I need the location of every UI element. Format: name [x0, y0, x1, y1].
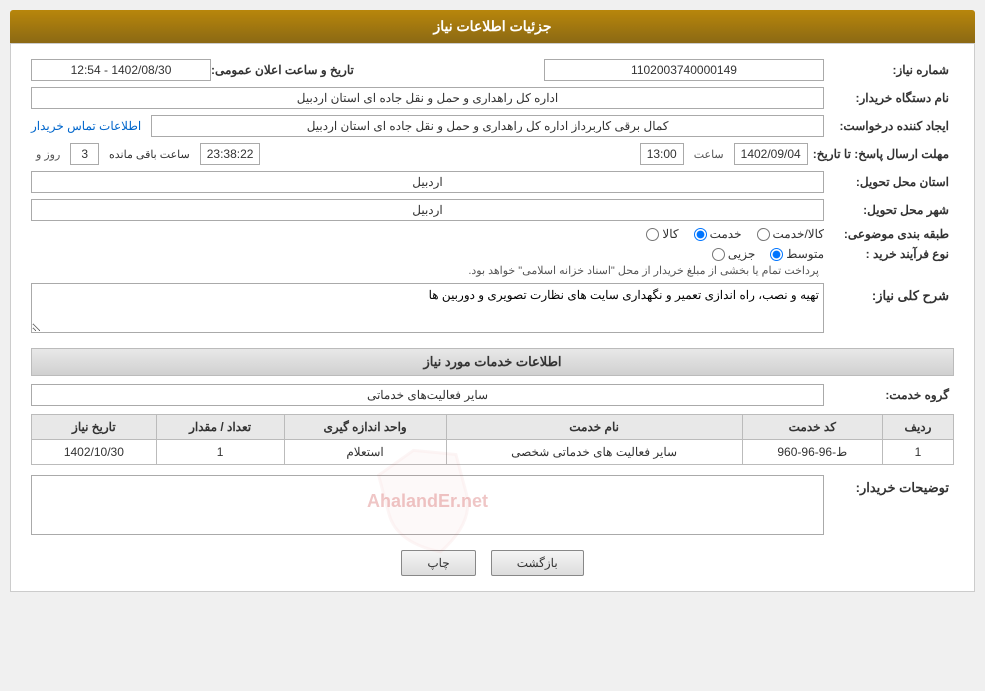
cell-name: سایر فعالیت های خدماتی شخصی	[446, 440, 742, 465]
creator-link[interactable]: اطلاعات تماس خریدار	[31, 119, 141, 133]
process-radio-group: متوسط جزیی	[468, 247, 824, 261]
process-note: پرداخت تمام یا بخشی از مبلغ خریدار از مح…	[468, 264, 819, 277]
deadline-remaining-label: ساعت باقی مانده	[109, 148, 190, 161]
need-number-value: 1102003740000149	[544, 59, 824, 81]
category-label-khadamat: خدمت	[710, 227, 742, 241]
deadline-days: 3	[70, 143, 99, 165]
date-announce-value: 1402/08/30 - 12:54	[31, 59, 211, 81]
cell-date: 1402/10/30	[32, 440, 157, 465]
process-option-jozei[interactable]: جزیی	[712, 247, 755, 261]
header-row: ردیف کد خدمت نام خدمت واحد اندازه گیری ت…	[32, 415, 954, 440]
watermark-text: AhalandEr.net	[37, 481, 818, 512]
city-label: شهر محل تحویل:	[824, 203, 954, 217]
table-body: 1ط-96-96-960سایر فعالیت های خدماتی شخصیا…	[32, 440, 954, 465]
process-label: نوع فرآیند خرید :	[824, 247, 954, 261]
description-container	[31, 283, 824, 336]
deadline-remaining: 23:38:22	[200, 143, 261, 165]
category-label: طبقه بندی موضوعی:	[824, 227, 954, 241]
cell-quantity: 1	[156, 440, 284, 465]
page-header: جزئیات اطلاعات نیاز	[10, 10, 975, 43]
cell-unit: استعلام	[284, 440, 446, 465]
services-title: اطلاعات خدمات مورد نیاز	[31, 348, 954, 376]
deadline-day-label: روز و	[36, 148, 60, 161]
buyer-org-value: اداره کل راهداری و حمل و نقل جاده ای است…	[31, 87, 824, 109]
description-row: شرح کلی نیاز:	[31, 283, 954, 336]
group-row: گروه خدمت: سایر فعالیت‌های خدماتی	[31, 384, 954, 406]
category-label-kala: کالا	[662, 227, 678, 241]
process-row: نوع فرآیند خرید : متوسط جزیی پرداخت تمام…	[31, 247, 954, 277]
col-row: ردیف	[883, 415, 954, 440]
group-label: گروه خدمت:	[824, 388, 954, 402]
buyer-org-label: نام دستگاه خریدار:	[824, 91, 954, 105]
buyer-desc-row: توضیحات خریدار: AhalandEr.net	[31, 475, 954, 535]
category-label-kala_khadamat: کالا/خدمت	[773, 227, 824, 241]
need-number-label: شماره نیاز:	[824, 63, 954, 77]
category-option-khadamat[interactable]: خدمت	[694, 227, 742, 241]
cell-row: 1	[883, 440, 954, 465]
category-radio-group: کالا/خدمت خدمت کالا	[646, 227, 824, 241]
col-name: نام خدمت	[446, 415, 742, 440]
buyer-desc-label: توضیحات خریدار:	[824, 475, 954, 496]
services-table: ردیف کد خدمت نام خدمت واحد اندازه گیری ت…	[31, 414, 954, 465]
city-value: اردبیل	[31, 199, 824, 221]
province-row: استان محل تحویل: اردبیل	[31, 171, 954, 193]
buyer-org-row: نام دستگاه خریدار: اداره کل راهداری و حم…	[31, 87, 954, 109]
col-date: تاریخ نیاز	[32, 415, 157, 440]
buyer-desc-box: AhalandEr.net	[31, 475, 824, 535]
page-title: جزئیات اطلاعات نیاز	[433, 18, 551, 34]
table-row: 1ط-96-96-960سایر فعالیت های خدماتی شخصیا…	[32, 440, 954, 465]
print-button[interactable]: چاپ	[401, 550, 475, 576]
creator-value: کمال برقی کاربرداز اداره کل راهداری و حم…	[151, 115, 824, 137]
date-announce-label: تاریخ و ساعت اعلان عمومی:	[211, 63, 359, 77]
col-code: کد خدمت	[742, 415, 882, 440]
city-row: شهر محل تحویل: اردبیل	[31, 199, 954, 221]
group-value: سایر فعالیت‌های خدماتی	[31, 384, 824, 406]
province-value: اردبیل	[31, 171, 824, 193]
creator-label: ایجاد کننده درخواست:	[824, 119, 954, 133]
deadline-row: مهلت ارسال پاسخ: تا تاریخ: 1402/09/04 سا…	[31, 143, 954, 165]
category-row: طبقه بندی موضوعی: کالا/خدمت خدمت کالا	[31, 227, 954, 241]
deadline-time: 13:00	[640, 143, 684, 165]
action-bar: بازگشت چاپ	[31, 550, 954, 576]
deadline-label: مهلت ارسال پاسخ: تا تاریخ:	[813, 147, 954, 161]
buyer-desc-container: AhalandEr.net	[31, 475, 824, 535]
table-header: ردیف کد خدمت نام خدمت واحد اندازه گیری ت…	[32, 415, 954, 440]
deadline-time-label: ساعت	[694, 148, 724, 161]
col-unit: واحد اندازه گیری	[284, 415, 446, 440]
process-label-motavasset: متوسط	[786, 247, 824, 261]
description-label: شرح کلی نیاز:	[824, 283, 954, 304]
back-button[interactable]: بازگشت	[491, 550, 584, 576]
category-option-kala[interactable]: کالا	[646, 227, 678, 241]
need-number-row: شماره نیاز: 1102003740000149 تاریخ و ساع…	[31, 59, 954, 81]
province-label: استان محل تحویل:	[824, 175, 954, 189]
process-option-motavasset[interactable]: متوسط	[770, 247, 824, 261]
creator-row: ایجاد کننده درخواست: کمال برقی کاربرداز …	[31, 115, 954, 137]
cell-code: ط-96-96-960	[742, 440, 882, 465]
description-textarea[interactable]	[31, 283, 824, 333]
deadline-date: 1402/09/04	[734, 143, 808, 165]
process-label-jozei: جزیی	[728, 247, 755, 261]
category-option-kala_khadamat[interactable]: کالا/خدمت	[757, 227, 824, 241]
col-qty: تعداد / مقدار	[156, 415, 284, 440]
